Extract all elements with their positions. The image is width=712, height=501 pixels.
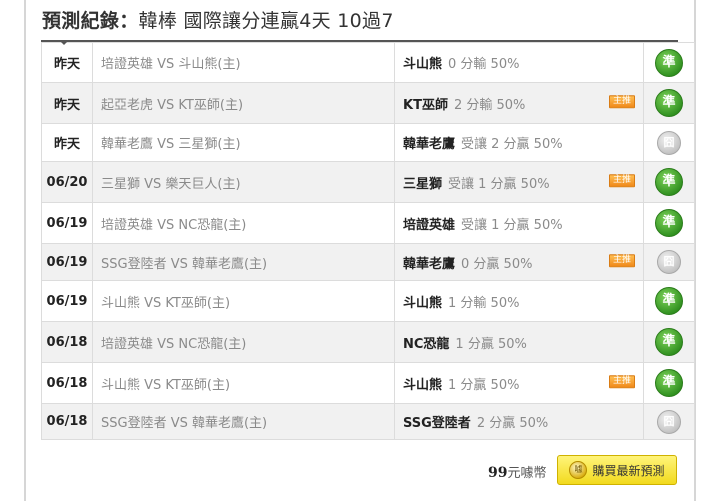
pick-description: 受讓 1 分贏 50% (448, 176, 550, 192)
row-pick: 斗山熊 1 分輸 50% (394, 280, 644, 322)
row-result: 準 (643, 321, 695, 363)
pick-team: 斗山熊 (403, 377, 443, 393)
row-pick: 韓華老鷹 0 分贏 50% 主推 (394, 243, 644, 281)
pick-team: 斗山熊 (403, 57, 443, 72)
row-date: 06/20 (41, 161, 93, 203)
row-pick: 斗山熊 1 分贏 50% 主推 (394, 362, 644, 404)
row-matchup: 斗山熊 VS KT巫師(主) (92, 362, 395, 404)
row-matchup: 培證英雄 VS NC恐龍(主) (92, 321, 395, 363)
coin-icon: 噱 (569, 461, 588, 479)
row-matchup: 培證英雄 VS 斗山熊(主) (92, 42, 395, 83)
pick-description: 0 分輸 50% (448, 57, 520, 72)
pick-description: 2 分輸 50% (453, 97, 526, 113)
green-circle-icon: 準 (655, 168, 683, 196)
pick-team: 斗山熊 (403, 295, 443, 311)
pick-team: 培證英雄 (403, 217, 456, 233)
left-border (24, 0, 26, 501)
row-result: 囧 (643, 243, 695, 281)
row-matchup: 培證英雄 VS NC恐龍(主) (92, 202, 395, 244)
row-matchup: 韓華老鷹 VS 三星獅(主) (92, 123, 395, 162)
table-row: 06/18 培證英雄 VS NC恐龍(主) NC恐龍 1 分贏 50% 準 (41, 321, 695, 363)
records-body: 昨天 培證英雄 VS 斗山熊(主) 斗山熊 0 分輸 50% 準昨天 起亞老虎 VS KT… (41, 42, 695, 440)
row-pick: 培證英雄 受讓 1 分贏 50% (394, 202, 644, 244)
featured-badge: 主推 (608, 95, 635, 109)
row-date: 06/19 (41, 243, 93, 281)
row-matchup: 三星獅 VS 樂天巨人(主) (92, 161, 395, 203)
pick-description: 0 分贏 50% (461, 256, 533, 272)
row-date: 昨天 (41, 42, 93, 83)
pick-team: 韓華老鷹 (403, 256, 456, 272)
row-matchup: 斗山熊 VS KT巫師(主) (92, 280, 395, 322)
page-title: 預測紀錄：韓棒 國際讓分連贏4天 10過7 (42, 6, 394, 32)
buy-latest-prediction-button[interactable]: 噱 購買最新預測 (557, 455, 677, 485)
featured-badge: 主推 (608, 254, 635, 268)
row-result: 準 (643, 82, 695, 124)
row-result: 準 (643, 202, 695, 244)
row-date: 06/18 (41, 321, 93, 363)
pick-description: 受讓 1 分贏 50% (461, 217, 563, 233)
table-row: 昨天 起亞老虎 VS KT巫師(主) KT巫師 2 分輸 50% 主推 準 (41, 82, 695, 124)
row-pick: NC恐龍 1 分贏 50% (394, 321, 644, 363)
records-table-wrap: 昨天 培證英雄 VS 斗山熊(主) 斗山熊 0 分輸 50% 準昨天 起亞老虎 VS KT… (41, 40, 695, 440)
row-date: 06/19 (41, 202, 93, 244)
pick-team: 三星獅 (403, 176, 443, 192)
featured-badge: 主推 (608, 375, 635, 389)
featured-badge: 主推 (608, 174, 635, 188)
notch-indicator (59, 40, 69, 45)
table-row: 06/20 三星獅 VS 樂天巨人(主) 三星獅 受讓 1 分贏 50% 主推 準 (41, 161, 695, 203)
table-row: 昨天 韓華老鷹 VS 三星獅(主) 韓華老鷹 受讓 2 分贏 50% 囧 (41, 123, 695, 162)
table-row: 06/19 SSG登陸者 VS 韓華老鷹(主) 韓華老鷹 0 分贏 50% 主推 囧 (41, 243, 695, 281)
row-pick: 三星獅 受讓 1 分贏 50% 主推 (394, 161, 644, 203)
row-matchup: SSG登陸者 VS 韓華老鷹(主) (92, 403, 395, 440)
pick-team: KT巫師 (403, 97, 448, 113)
row-pick: 斗山熊 0 分輸 50% (394, 42, 644, 83)
row-date: 06/19 (41, 280, 93, 322)
row-matchup: 起亞老虎 VS KT巫師(主) (92, 82, 395, 124)
green-circle-icon: 準 (655, 209, 683, 237)
row-date: 昨天 (41, 82, 93, 124)
pick-team: 韓華老鷹 (403, 137, 456, 152)
price-unit: 元噱幣 (507, 466, 547, 481)
row-date: 06/18 (41, 362, 93, 404)
row-result: 囧 (643, 403, 695, 440)
table-row: 06/18 斗山熊 VS KT巫師(主) 斗山熊 1 分贏 50% 主推 準 (41, 362, 695, 404)
row-result: 準 (643, 161, 695, 203)
gray-circle-icon: 囧 (657, 409, 681, 434)
pick-description: 受讓 2 分贏 50% (461, 137, 563, 152)
row-result: 準 (643, 362, 695, 404)
pick-description: 1 分贏 50% (448, 377, 520, 393)
gray-circle-icon: 囧 (657, 130, 681, 155)
green-circle-icon: 準 (655, 89, 683, 117)
table-row: 06/18 SSG登陸者 VS 韓華老鷹(主) SSG登陸者 2 分贏 50% 囧 (41, 403, 695, 440)
green-circle-icon: 準 (655, 48, 683, 77)
green-circle-icon: 準 (655, 369, 683, 397)
row-pick: KT巫師 2 分輸 50% 主推 (394, 82, 644, 124)
table-row: 昨天 培證英雄 VS 斗山熊(主) 斗山熊 0 分輸 50% 準 (41, 42, 695, 83)
price-label: 99元噱幣 (488, 462, 547, 481)
row-matchup: SSG登陸者 VS 韓華老鷹(主) (92, 243, 395, 281)
row-result: 準 (643, 280, 695, 322)
pick-description: 2 分贏 50% (476, 416, 549, 431)
pick-team: NC恐龍 (403, 336, 450, 352)
row-pick: 韓華老鷹 受讓 2 分贏 50% (394, 123, 644, 162)
gray-circle-icon: 囧 (657, 250, 681, 274)
pick-description: 1 分輸 50% (448, 295, 520, 311)
row-date: 06/18 (41, 403, 93, 440)
table-row: 06/19 斗山熊 VS KT巫師(主) 斗山熊 1 分輸 50% 準 (41, 280, 695, 322)
records-table: 昨天 培證英雄 VS 斗山熊(主) 斗山熊 0 分輸 50% 準昨天 起亞老虎 VS KT… (41, 42, 695, 440)
row-pick: SSG登陸者 2 分贏 50% (394, 403, 644, 440)
row-result: 準 (643, 42, 695, 83)
row-result: 囧 (643, 123, 695, 162)
pick-description: 1 分贏 50% (455, 336, 527, 352)
green-circle-icon: 準 (655, 328, 683, 356)
table-row: 06/19 培證英雄 VS NC恐龍(主) 培證英雄 受讓 1 分贏 50% 準 (41, 202, 695, 244)
green-circle-icon: 準 (655, 287, 683, 315)
pick-team: SSG登陸者 (403, 416, 471, 431)
title-prefix: 預測紀錄： (42, 10, 139, 32)
title-main: 韓棒 國際讓分連贏4天 10過7 (138, 10, 394, 32)
price-amount: 99 (488, 465, 508, 481)
buy-button-label: 購買最新預測 (592, 463, 665, 478)
row-date: 昨天 (41, 123, 93, 162)
